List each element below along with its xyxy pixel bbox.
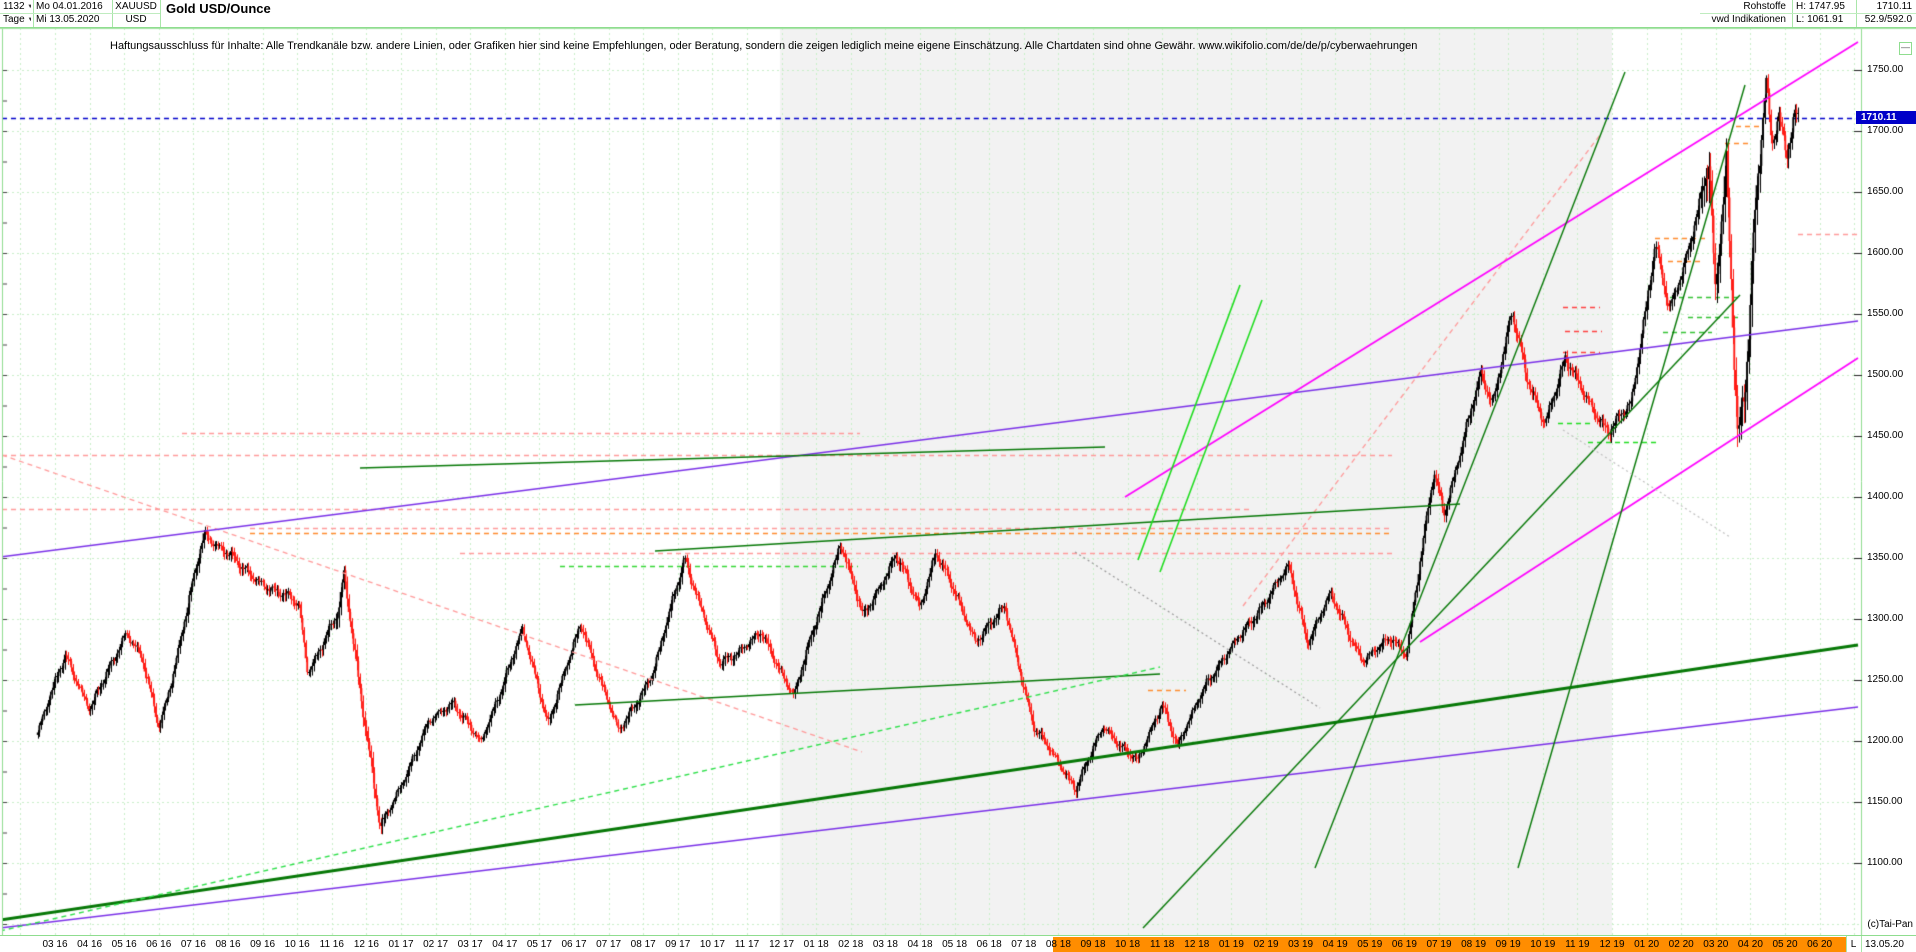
date-tick-label: 06 16 (146, 939, 172, 950)
date-tick-label: 03 17 (457, 939, 483, 950)
date-tick-label: 05 16 (111, 939, 137, 950)
date-tick-label: 06 19 (1391, 939, 1417, 950)
price-tick-label: 1250.00 (1867, 674, 1904, 685)
date-tick-label: 09 19 (1495, 939, 1521, 950)
date-tick-label: 07 19 (1426, 939, 1452, 950)
date-tick-label: 06 20 (1807, 939, 1833, 950)
price-tick-label: 1750.00 (1867, 64, 1904, 75)
chart-header: 1132 ▼ Tage ▼ Mo 04.01.2016 Mi 13.05.202… (0, 0, 1916, 28)
date-tick-label: 12 18 (1184, 939, 1210, 950)
date-tick-label: 01 18 (803, 939, 829, 950)
date-tick-label: 02 19 (1253, 939, 1279, 950)
date-tick-label: 08 19 (1461, 939, 1487, 950)
scale-mode-label[interactable]: L (1847, 939, 1860, 950)
date-tick-label: 12 17 (769, 939, 795, 950)
date-tick-label: 09 16 (250, 939, 276, 950)
price-tick-label: 1650.00 (1867, 186, 1904, 197)
date-tick-label: 06 18 (976, 939, 1002, 950)
period-low-label: L: 1061.91 (1796, 14, 1844, 25)
source-label: vwd Indikationen (1711, 14, 1787, 25)
header-midline (0, 13, 160, 14)
date-tick-label: 10 18 (1115, 939, 1141, 950)
bars-count-dropdown[interactable]: 1132 ▼ (3, 0, 31, 13)
date-tick-label: 11 19 (1565, 939, 1590, 950)
period-value: Tage (3, 14, 25, 25)
page-title: Gold USD/Ounce (166, 1, 271, 16)
last-price-header: 1710.11 (1876, 1, 1912, 12)
header-midline (1700, 13, 1916, 14)
price-tick-label: 1200.00 (1867, 735, 1904, 746)
header-divider (160, 0, 161, 27)
date-tick-label: 08 17 (630, 939, 656, 950)
date-axis[interactable]: L 13.05.20 03 16 04 16 05 16 06 16 07 16 08 1… (0, 935, 1916, 952)
category-label: Rohstoffe (1743, 1, 1786, 12)
price-tick-label: 1700.00 (1867, 125, 1904, 136)
date-tick-label: 07 17 (596, 939, 622, 950)
date-tick-label: 02 17 (423, 939, 449, 950)
date-tick-label: 01 19 (1218, 939, 1244, 950)
date-tick-label: 12 19 (1599, 939, 1625, 950)
date-tick-label: 05 18 (942, 939, 968, 950)
symbol-label: XAUUSD (115, 1, 157, 12)
date-tick-label: 08 18 (1045, 939, 1071, 950)
date-tick-label: 11 18 (1150, 939, 1175, 950)
date-tick-label: 03 18 (872, 939, 898, 950)
bars-count-value: 1132 (3, 1, 25, 12)
last-price-badge: 1710.11 (1856, 111, 1916, 124)
date-tick-label: 01 20 (1634, 939, 1660, 950)
date-tick-label: 05 17 (526, 939, 552, 950)
date-tick-label: 07 18 (1011, 939, 1037, 950)
chevron-down-icon: ▼ (27, 4, 31, 10)
date-tick-label: 10 17 (699, 939, 725, 950)
period-dropdown[interactable]: Tage ▼ (3, 13, 31, 26)
taipan-chart-window: 1132 ▼ Tage ▼ Mo 04.01.2016 Mi 13.05.202… (0, 0, 1916, 952)
collapse-pane-icon[interactable]: — (1899, 42, 1912, 55)
date-tick-label: 08 16 (215, 939, 241, 950)
date-tick-label: 03 20 (1703, 939, 1729, 950)
price-tick-label: 1400.00 (1867, 491, 1904, 502)
price-tick-label: 1600.00 (1867, 247, 1904, 258)
date-tick-label: 11 16 (319, 939, 344, 950)
date-tick-label: 05 20 (1772, 939, 1798, 950)
indicator-values: 52.9/592.0 (1864, 14, 1912, 25)
disclaimer-text: Haftungsausschluss für Inhalte: Alle Tre… (110, 40, 1418, 52)
price-tick-label: 1350.00 (1867, 552, 1904, 563)
price-chart-canvas[interactable] (0, 0, 1916, 952)
date-tick-label: 10 16 (284, 939, 310, 950)
price-tick-label: 1550.00 (1867, 308, 1904, 319)
date-tick-label: 07 16 (180, 939, 206, 950)
price-tick-label: 1300.00 (1867, 613, 1904, 624)
price-tick-label: 1450.00 (1867, 430, 1904, 441)
date-tick-label: 04 16 (77, 939, 103, 950)
date-tick-label: 09 18 (1080, 939, 1106, 950)
currency-label: USD (125, 14, 147, 25)
price-tick-label: 1150.00 (1867, 796, 1903, 807)
date-tick-label: 02 20 (1668, 939, 1694, 950)
date-tick-label: 12 16 (353, 939, 379, 950)
date-tick-label: 01 17 (388, 939, 414, 950)
date-tick-label: 03 19 (1288, 939, 1314, 950)
copyright-label: (c)Tai-Pan (1867, 919, 1913, 930)
date-tick-label: 03 16 (42, 939, 68, 950)
date-tick-label: 11 17 (734, 939, 760, 950)
date-tick-label: 02 18 (838, 939, 864, 950)
date-tick-label: 05 19 (1357, 939, 1383, 950)
date-tick-label: 04 19 (1322, 939, 1348, 950)
price-axis[interactable]: 1750.00 1700.00 1650.00 1600.00 1550.00 1500.… (1862, 28, 1916, 935)
footer-divider (1861, 936, 1862, 952)
price-tick-label: 1500.00 (1867, 369, 1904, 380)
date-tick-label: 04 20 (1737, 939, 1763, 950)
price-tick-label: 1100.00 (1867, 857, 1903, 868)
date-to: Mi 13.05.2020 (36, 14, 100, 25)
period-high-label: H: 1747.95 (1796, 1, 1845, 12)
cursor-date-label: 13.05.20 (1865, 939, 1904, 950)
date-from: Mo 04.01.2016 (36, 1, 103, 12)
date-tick-label: 10 19 (1530, 939, 1556, 950)
date-tick-label: 04 17 (492, 939, 518, 950)
date-tick-label: 04 18 (907, 939, 933, 950)
chevron-down-icon: ▼ (27, 17, 31, 23)
date-tick-label: 09 17 (665, 939, 691, 950)
date-tick-label: 06 17 (561, 939, 587, 950)
